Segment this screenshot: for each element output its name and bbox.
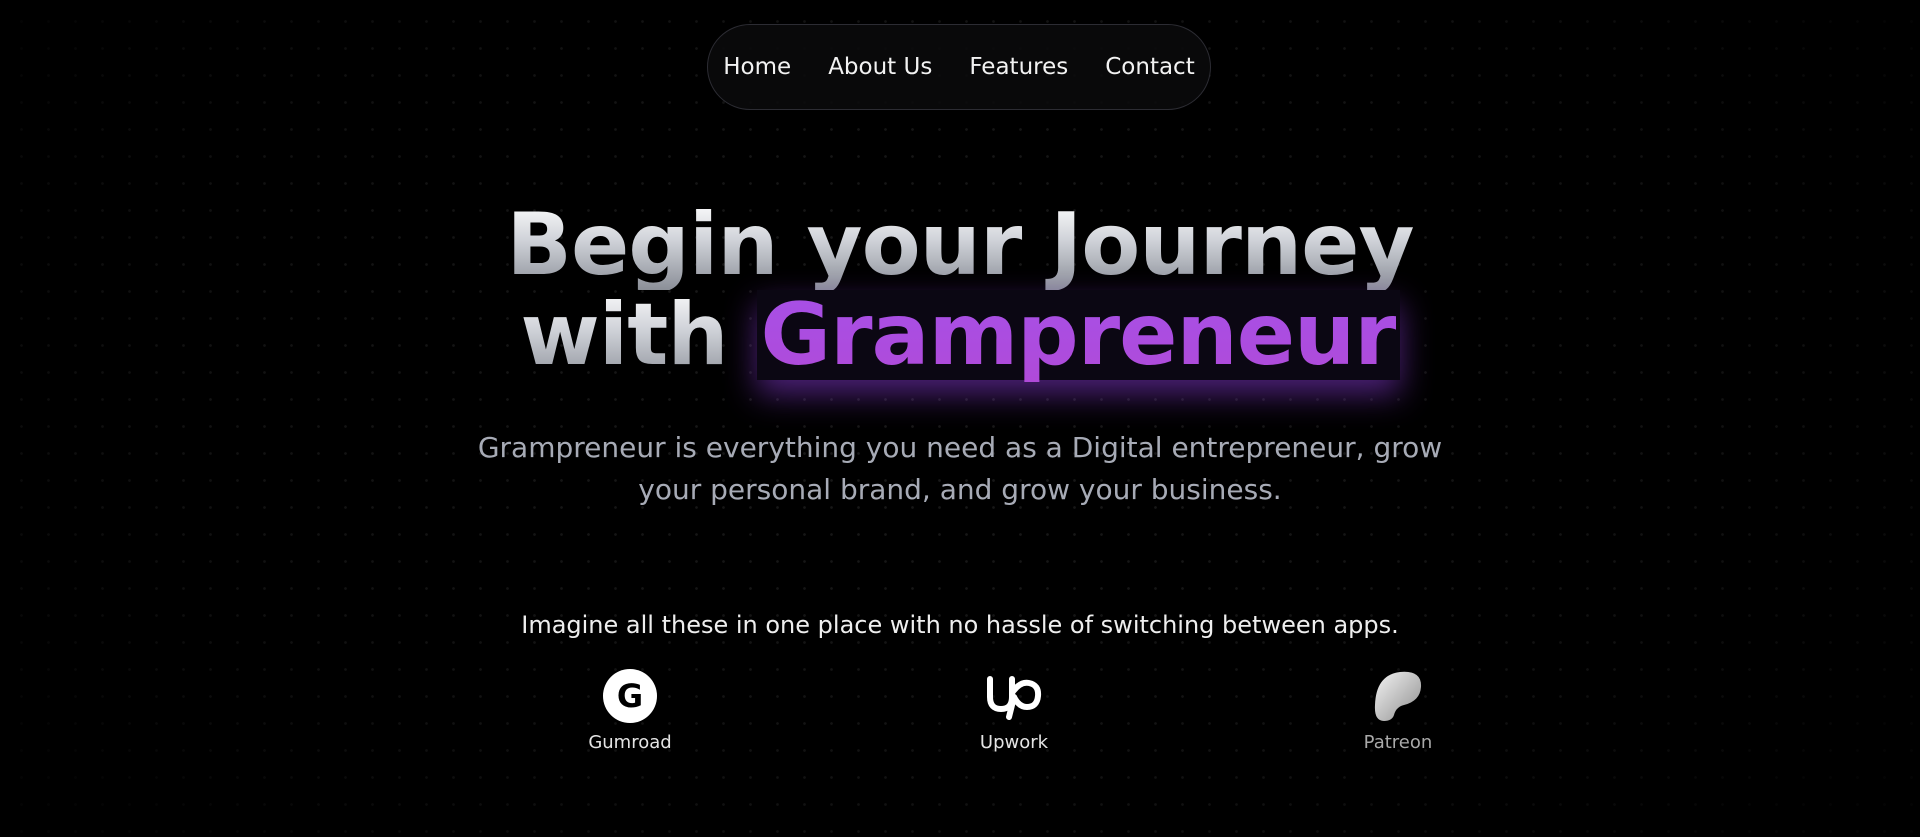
patreon-icon (1368, 666, 1428, 726)
upwork-icon (984, 666, 1044, 726)
headline-line-1: Begin your Journey (0, 200, 1920, 290)
platform-upwork[interactable]: Upwork (934, 666, 1094, 753)
gumroad-icon: G (600, 666, 660, 726)
headline-line-2: with Grampreneur (0, 290, 1920, 380)
hero-headline: Begin your Journey with Grampreneur (0, 200, 1920, 380)
platform-label-upwork: Upwork (979, 732, 1049, 753)
top-navigation: Home About Us Features Contact (707, 24, 1211, 110)
nav-item-contact[interactable]: Contact (1105, 54, 1194, 80)
platforms-tagline: Imagine all these in one place with no h… (521, 611, 1399, 639)
platform-label-gumroad: Gumroad (588, 732, 672, 753)
brand-name: Grampreneur (760, 285, 1397, 385)
headline-highlight: Grampreneur (756, 290, 1400, 380)
headline-prefix: with (520, 285, 728, 385)
platform-gumroad[interactable]: G Gumroad (550, 666, 710, 753)
platform-label-patreon: Patreon (1363, 732, 1433, 753)
svg-text:G: G (617, 677, 643, 715)
hero-subtitle: Grampreneur is everything you need as a … (477, 431, 1443, 506)
nav-item-home[interactable]: Home (723, 54, 791, 80)
platform-patreon[interactable]: Patreon (1318, 666, 1478, 753)
nav-item-features[interactable]: Features (969, 54, 1068, 80)
nav-item-about-us[interactable]: About Us (828, 54, 932, 80)
